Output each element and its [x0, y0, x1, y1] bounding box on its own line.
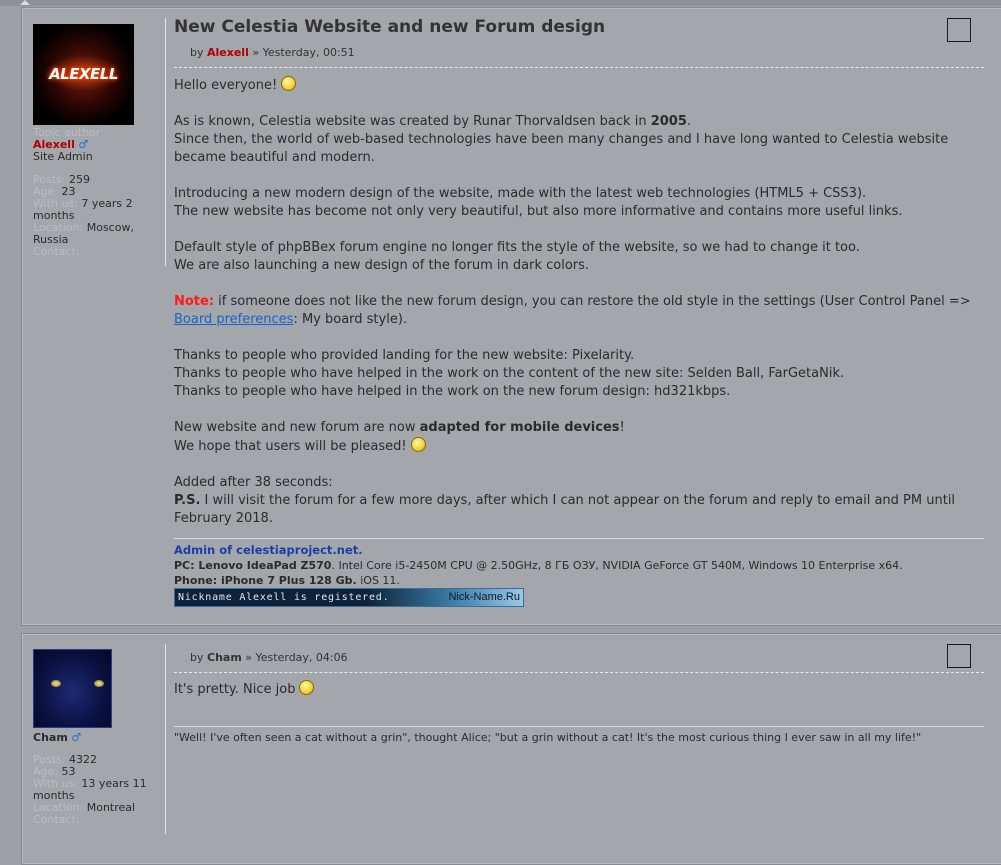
ps-label: P.S.: [174, 493, 201, 508]
signature: Admin of celestiaproject.net. PC: Lenovo…: [174, 538, 984, 607]
year-bold: 2005: [650, 114, 687, 129]
scroll-up-arrow-icon[interactable]: [20, 0, 30, 5]
forum-post: Cham ♂ Posts: 4322 Age: 53 With us: 13 y…: [21, 633, 1001, 865]
post-date[interactable]: Yesterday, 00:51: [263, 46, 355, 59]
note-label: Note:: [174, 294, 215, 309]
select-post-checkbox[interactable]: [947, 644, 971, 668]
greeting-text: Hello everyone!: [174, 78, 278, 93]
post-body: It's pretty. Nice job: [174, 680, 984, 726]
avatar-logo-text: ALEXELL: [49, 65, 118, 83]
avatar[interactable]: [33, 649, 112, 728]
thanks-text: Thanks to people who provided landing fo…: [174, 348, 635, 363]
author-rank: Site Admin: [33, 150, 93, 163]
note-end-text: : My board style).: [293, 312, 408, 327]
pc-label: PC: Lenovo IdeaPad Z570: [174, 559, 332, 572]
body-text: We hope that users will be pleased!: [174, 439, 407, 454]
phone-model: iPhone 7 Plus 128 Gb.: [220, 574, 357, 587]
post-content: New Celestia Website and new Forum desig…: [174, 16, 984, 607]
ps-text: I will visit the forum for a few more da…: [174, 493, 956, 526]
post-title-link[interactable]: New Celestia Website and new Forum desig…: [174, 16, 984, 38]
location-value: Montreal: [86, 801, 136, 814]
body-text: It's pretty. Nice job: [174, 682, 296, 697]
top-border: [0, 0, 1001, 6]
body-text: As is known, Celestia website was create…: [174, 114, 651, 129]
male-gender-icon: ♂: [71, 731, 82, 744]
wave-smiley-icon: [281, 76, 297, 91]
board-preferences-link[interactable]: Board preferences: [174, 312, 293, 327]
added-after-text: Added after 38 seconds:: [174, 475, 333, 490]
note-text: if someone does not like the new forum d…: [214, 294, 971, 309]
select-post-checkbox[interactable]: [947, 18, 971, 42]
cat-eye-left: [51, 680, 61, 687]
mobile-bold: adapted for mobile devices: [419, 420, 620, 435]
body-text: Introducing a new modern design of the w…: [174, 186, 867, 201]
body-text: New website and new forum are now: [174, 420, 420, 435]
body-text: We are also launching a new design of th…: [174, 258, 590, 273]
byline-author-link[interactable]: Alexell: [207, 46, 249, 59]
phone-label: Phone:: [174, 574, 221, 587]
phone-text: iOS 11.: [356, 574, 400, 587]
smile-smiley-icon: [410, 437, 426, 452]
post-body: Hello everyone! As is known, Celestia we…: [174, 76, 984, 528]
banner-left-text: Nickname Alexell is registered.: [178, 592, 390, 603]
cat-eye-right: [94, 680, 104, 687]
signature-text: "Well! I've often seen a cat without a g…: [174, 731, 922, 744]
body-text: Default style of phpBBex forum engine no…: [174, 240, 860, 255]
body-text: The new website has become not only very…: [174, 204, 903, 219]
body-text: Since then, the world of web-based techn…: [174, 132, 949, 165]
author-profile: Cham ♂ Posts: 4322 Age: 53 With us: 13 y…: [33, 732, 158, 826]
by-label: by: [190, 46, 204, 59]
nickname-registered-banner[interactable]: Nickname Alexell is registered. Nick-Nam…: [174, 588, 524, 607]
signature-title-link[interactable]: Admin of celestiaproject.net.: [174, 543, 984, 557]
laugh-smiley-icon: [299, 680, 315, 695]
body-text: .: [686, 114, 692, 129]
contact-label: Contact:: [33, 245, 80, 258]
profile-divider: [165, 18, 166, 266]
post-date[interactable]: Yesterday, 04:06: [256, 651, 348, 664]
avatar[interactable]: ALEXELL: [33, 24, 134, 125]
banner-right-text: Nick-Name.Ru: [448, 591, 520, 603]
author-profile: Topic author Alexell ♂ Site Admin Posts:…: [33, 127, 151, 258]
profile-divider: [165, 644, 166, 834]
author-name-link[interactable]: Cham: [33, 731, 68, 744]
contact-label: Contact:: [33, 813, 80, 826]
thanks-text: Thanks to people who have helped in the …: [174, 366, 845, 381]
byline-author-link[interactable]: Cham: [207, 651, 242, 664]
thanks-text: Thanks to people who have helped in the …: [174, 384, 731, 399]
by-label: by: [190, 651, 204, 664]
post-byline: by Cham » Yesterday, 04:06: [174, 644, 984, 673]
signature: "Well! I've often seen a cat without a g…: [174, 726, 984, 744]
date-separator: »: [245, 651, 253, 664]
forum-post: ALEXELL Topic author Alexell ♂ Site Admi…: [21, 7, 1001, 626]
body-text: !: [619, 420, 625, 435]
post-content: by Cham » Yesterday, 04:06 It's pretty. …: [174, 644, 984, 744]
pc-text: . Intel Core i5-2450M CPU @ 2.50GHz, 8 Г…: [331, 559, 903, 572]
post-byline: by Alexell » Yesterday, 00:51: [174, 38, 984, 68]
date-separator: »: [252, 46, 260, 59]
